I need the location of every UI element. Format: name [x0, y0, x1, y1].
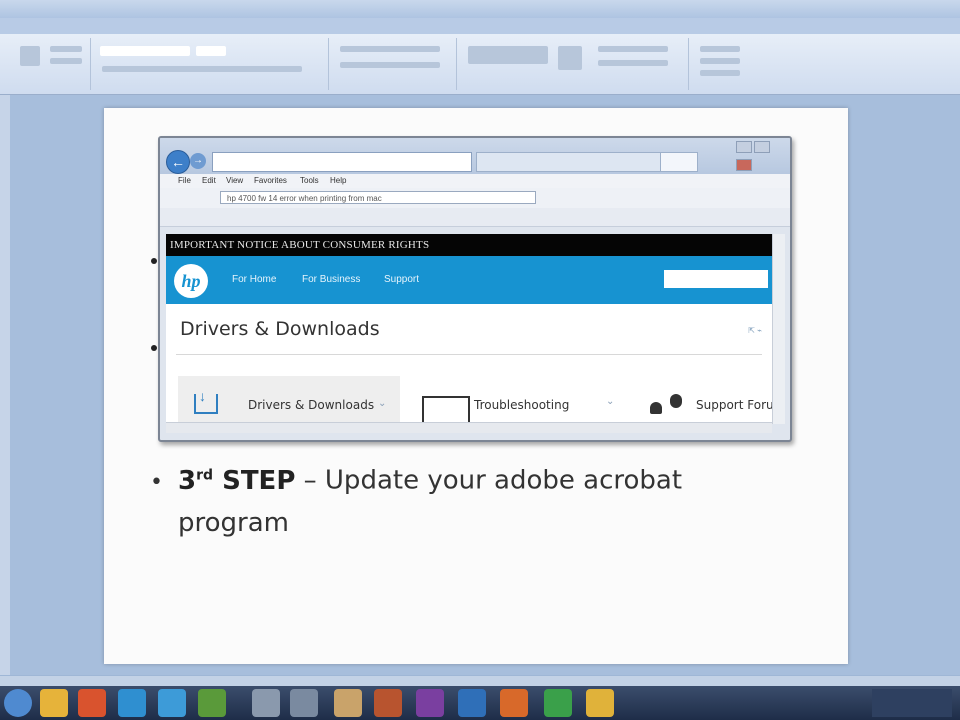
hp-page-content: Drivers & Downloads ⇱ ⌁ Drivers & Downlo…: [166, 304, 772, 430]
category-label[interactable]: Drivers & Downloads: [248, 398, 374, 412]
browser-menu-bar: File Edit View Favorites Tools Help: [160, 174, 790, 188]
menu-tools[interactable]: Tools: [300, 176, 319, 185]
system-tray[interactable]: [872, 689, 952, 717]
browser-tab[interactable]: [476, 152, 678, 172]
ribbon: [0, 34, 960, 95]
ribbon-group-drawing: [458, 38, 689, 90]
download-icon: [194, 388, 218, 414]
word-taskbar-icon[interactable]: [458, 689, 486, 717]
bullet-marker: [151, 258, 157, 264]
app-taskbar-icon[interactable]: [78, 689, 106, 717]
step-description: – Update your adobe acrobat: [295, 465, 683, 496]
menu-file[interactable]: File: [178, 176, 191, 185]
back-button[interactable]: ←: [166, 150, 190, 174]
nav-for-business[interactable]: For Business: [302, 274, 360, 285]
arrange-icon[interactable]: [558, 46, 582, 70]
vertical-ruler: [0, 95, 10, 675]
favorites-bar: [160, 208, 790, 227]
nav-support[interactable]: Support: [384, 274, 419, 285]
app-taskbar-icon[interactable]: [334, 689, 362, 717]
ie-taskbar-icon[interactable]: [158, 689, 186, 717]
google-toolbar: hp 4700 fw 14 error when printing from m…: [160, 188, 790, 209]
app-taskbar-icon[interactable]: [252, 689, 280, 717]
bullet-marker: [151, 345, 157, 351]
windows-taskbar: [0, 686, 960, 720]
bullet-marker: •: [150, 469, 163, 495]
divider: [176, 354, 762, 355]
replace-button[interactable]: [700, 58, 740, 64]
paste-icon[interactable]: [20, 46, 40, 66]
forum-people-icon: [650, 402, 662, 414]
close-button[interactable]: [736, 159, 752, 171]
vertical-scrollbar[interactable]: [772, 234, 785, 424]
select-button[interactable]: [700, 70, 740, 76]
menu-favorites[interactable]: Favorites: [254, 176, 287, 185]
chevron-down-icon[interactable]: ⌄: [606, 396, 614, 407]
shapes-gallery[interactable]: [468, 46, 548, 64]
word-title-bar: [0, 0, 960, 18]
ribbon-tab[interactable]: [24, 21, 26, 30]
onenote-taskbar-icon[interactable]: [416, 689, 444, 717]
embedded-browser-screenshot: ← → File Edit View Favorites Tools Help …: [158, 136, 792, 442]
menu-view[interactable]: View: [226, 176, 243, 185]
step-description-line2: program: [178, 507, 289, 538]
menu-edit[interactable]: Edit: [202, 176, 216, 185]
maximize-button[interactable]: [754, 141, 770, 153]
app-taskbar-icon[interactable]: [544, 689, 572, 717]
chevron-down-icon[interactable]: ⌄: [378, 398, 386, 409]
status-bar: [0, 676, 960, 686]
app-taskbar-icon[interactable]: [290, 689, 318, 717]
forum-people-icon: [670, 394, 682, 408]
ribbon-group-editing: [692, 38, 752, 90]
step-ordinal: rd: [196, 467, 214, 483]
browser-tab-active[interactable]: [660, 152, 698, 172]
step-number: 3: [178, 465, 197, 496]
ribbon-group-clipboard: [10, 38, 91, 90]
hp-header: hp For Home For Business Support: [166, 256, 772, 304]
address-bar[interactable]: [212, 152, 472, 172]
font-name-box[interactable]: [100, 46, 190, 56]
step-word: STEP: [222, 465, 296, 496]
start-button[interactable]: [4, 689, 32, 717]
hp-logo[interactable]: hp: [174, 264, 208, 298]
app-taskbar-icon[interactable]: [118, 689, 146, 717]
category-label[interactable]: Support Forum: [696, 398, 772, 412]
find-button[interactable]: [700, 46, 740, 52]
powerpoint-taskbar-icon[interactable]: [500, 689, 528, 717]
menu-help[interactable]: Help: [330, 176, 346, 185]
share-icon[interactable]: ⇱ ⌁: [748, 326, 762, 335]
google-search-input[interactable]: hp 4700 fw 14 error when printing from m…: [220, 191, 536, 204]
horizontal-scrollbar[interactable]: [166, 422, 772, 433]
ribbon-tabs: [0, 18, 960, 34]
browser-nav-bar: ← →: [160, 138, 790, 174]
notice-banner: IMPORTANT NOTICE ABOUT CONSUMER RIGHTS: [166, 234, 772, 256]
font-size-box[interactable]: [196, 46, 226, 56]
nav-for-home[interactable]: For Home: [232, 274, 276, 285]
warning-taskbar-icon[interactable]: [586, 689, 614, 717]
minimize-button[interactable]: [736, 141, 752, 153]
app-taskbar-icon[interactable]: [374, 689, 402, 717]
step-text: • 3rd STEP – Update your adobe acrobat pr…: [150, 455, 750, 543]
app-taskbar-icon[interactable]: [198, 689, 226, 717]
explorer-taskbar-icon[interactable]: [40, 689, 68, 717]
page-title: Drivers & Downloads: [180, 318, 380, 340]
ribbon-group-paragraph: [330, 38, 457, 90]
ribbon-group-font: [92, 38, 329, 90]
category-label[interactable]: Troubleshooting: [474, 398, 569, 412]
forward-button[interactable]: →: [190, 153, 206, 169]
window-controls: [734, 140, 786, 171]
hp-search-input[interactable]: [664, 270, 768, 288]
